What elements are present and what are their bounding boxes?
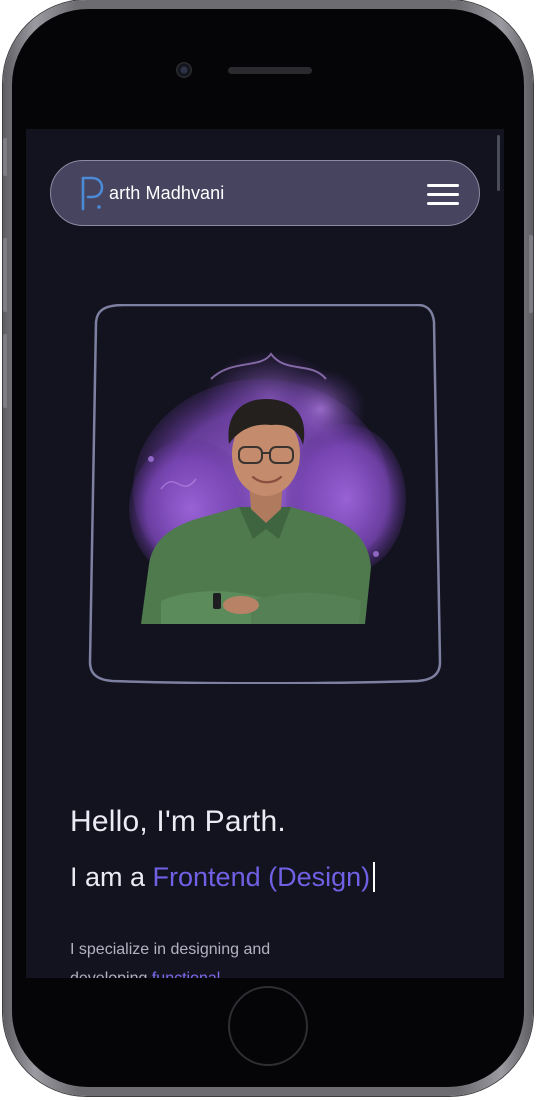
typing-caret xyxy=(373,862,376,892)
p-monogram-logo-icon[interactable] xyxy=(79,175,105,211)
power-button xyxy=(529,235,533,313)
device-mockup: arth Madhvani Hello, I'm Parth. I am a F… xyxy=(0,0,538,1100)
role-prefix: I am a xyxy=(70,862,153,892)
intro-description: I specialize in designing and developing… xyxy=(70,935,330,978)
profile-portrait-icon xyxy=(129,351,406,624)
hamburger-menu-icon[interactable] xyxy=(427,184,461,206)
volume-down-button xyxy=(3,334,7,408)
volume-up-button xyxy=(3,238,7,312)
role-highlight: Frontend (Design) xyxy=(152,862,371,892)
web-page-screen: arth Madhvani Hello, I'm Parth. I am a F… xyxy=(26,129,504,978)
earpiece-speaker xyxy=(228,67,312,74)
greeting-heading: Hello, I'm Parth. xyxy=(70,805,286,838)
hero-portrait-frame xyxy=(88,304,442,684)
silent-switch xyxy=(3,138,7,176)
front-camera-icon xyxy=(176,62,192,78)
brand-name[interactable]: arth Madhvani xyxy=(109,183,224,204)
scrollbar[interactable] xyxy=(497,135,500,191)
navbar: arth Madhvani xyxy=(50,160,480,226)
description-highlight: functional xyxy=(152,970,221,978)
role-tagline: I am a Frontend (Design) xyxy=(70,862,376,893)
home-button[interactable] xyxy=(228,986,308,1066)
